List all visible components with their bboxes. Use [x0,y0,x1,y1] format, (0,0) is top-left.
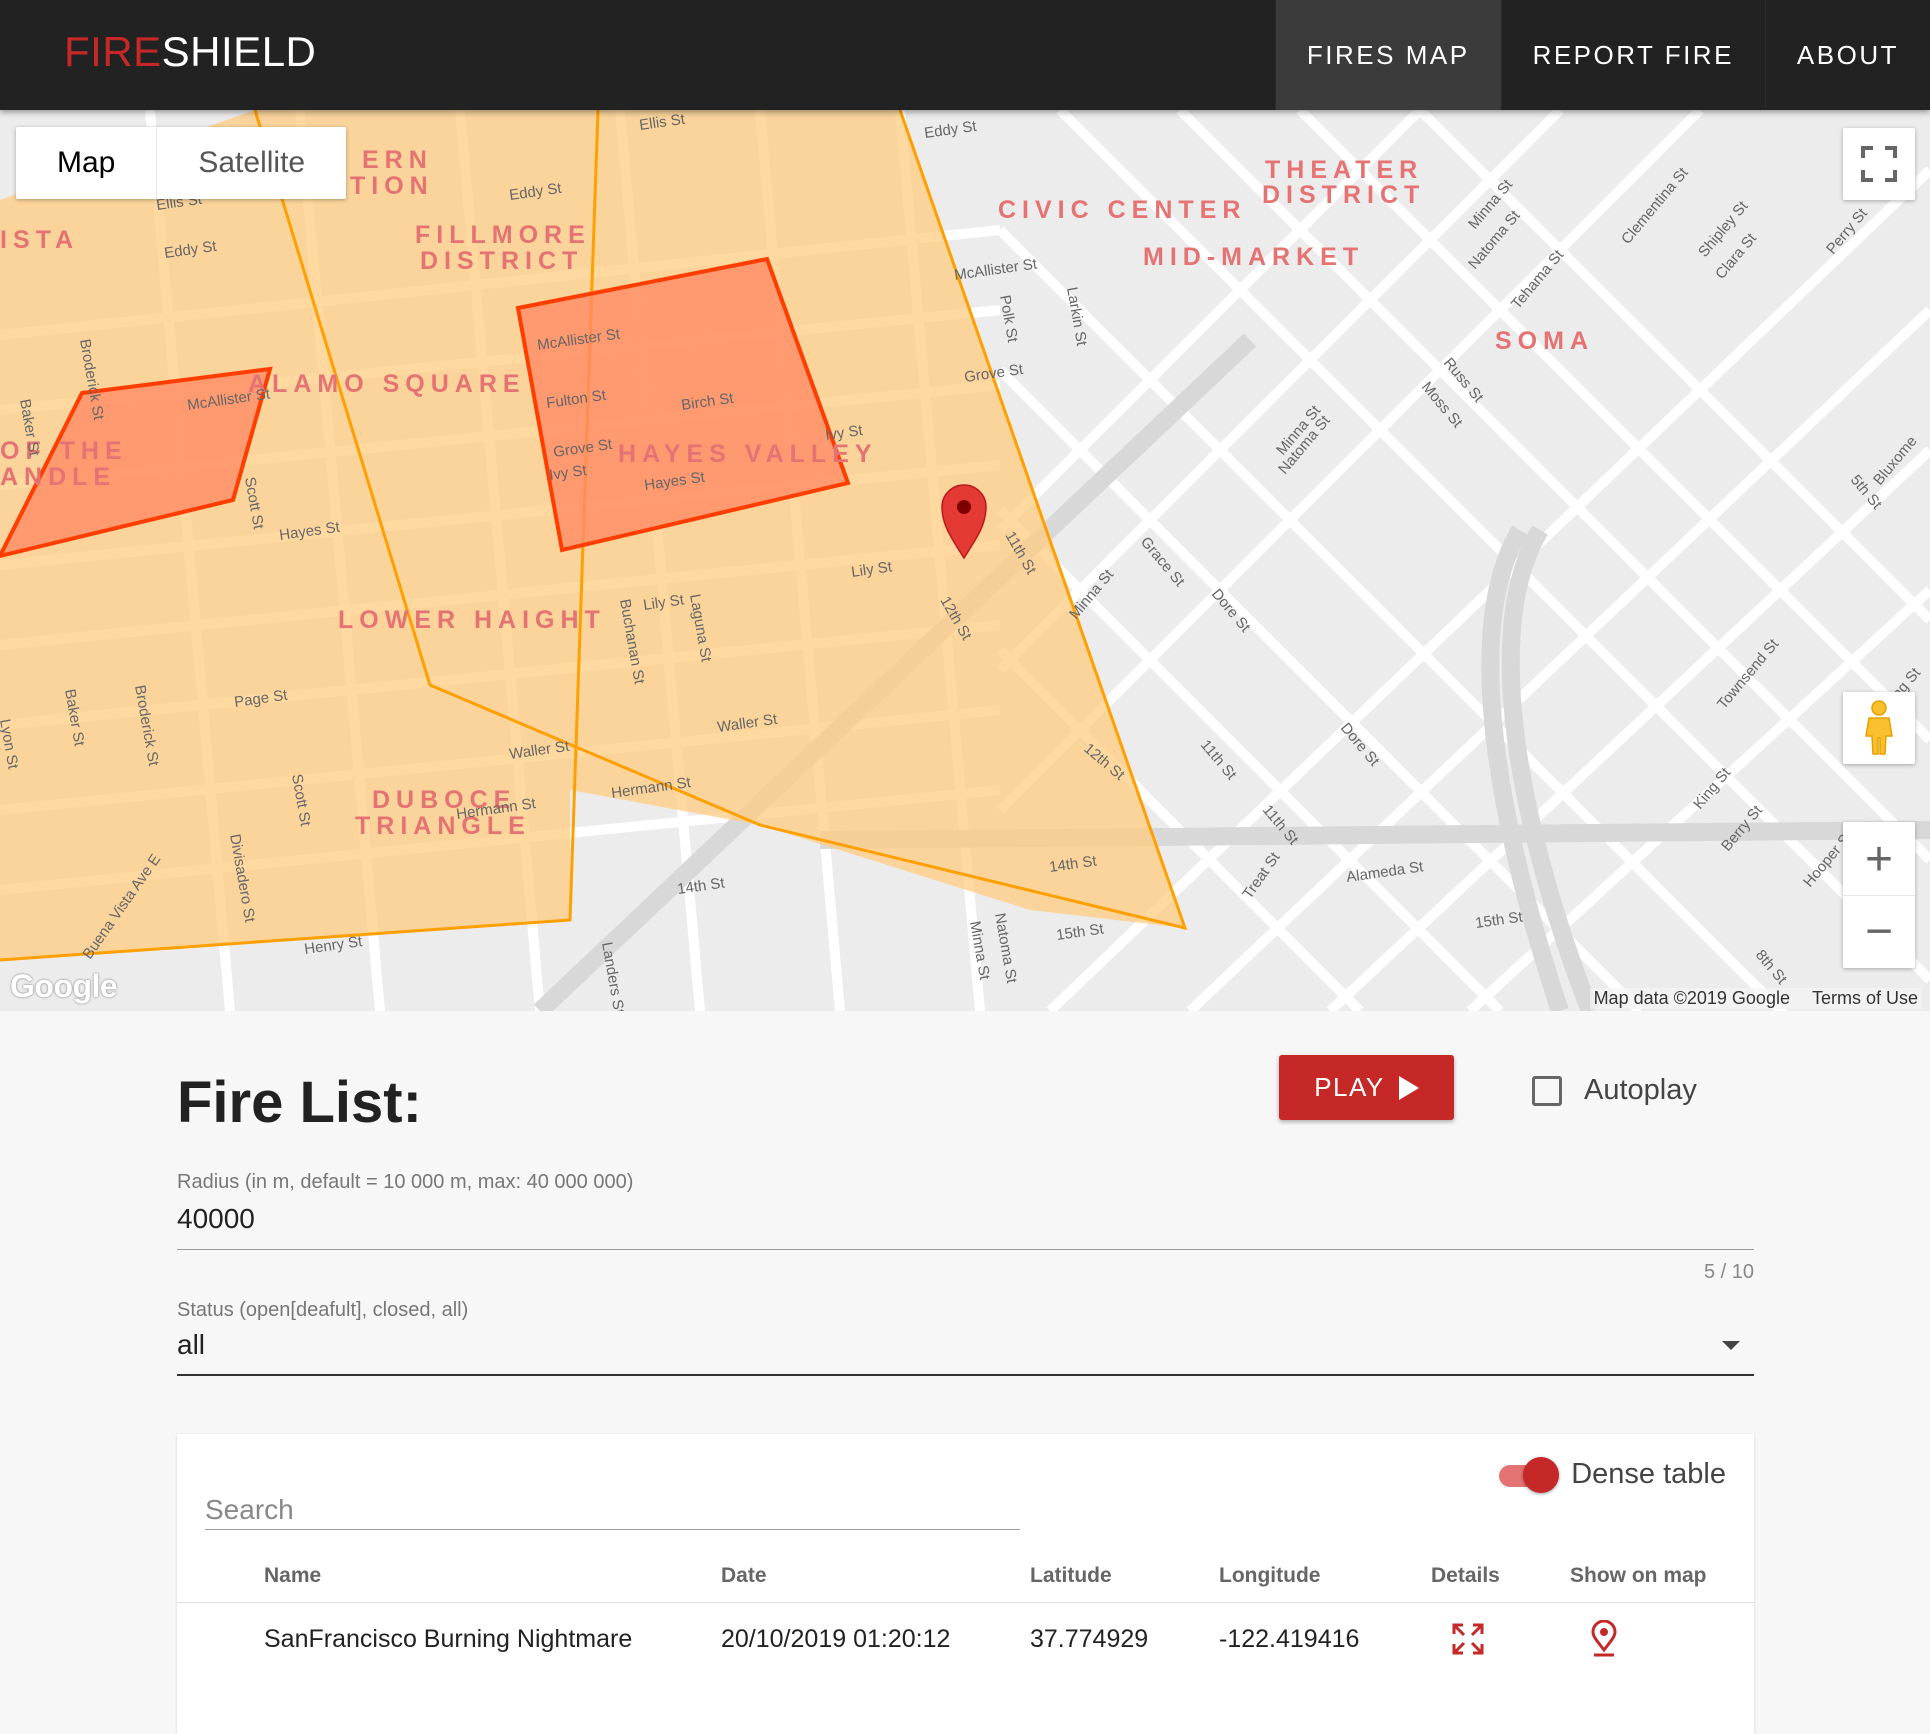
fullscreen-button[interactable] [1843,128,1915,200]
svg-text:King St: King St [1690,764,1735,813]
label-fillmore: FILLMORE [415,221,591,249]
map-type-satellite-button[interactable]: Satellite [156,127,346,199]
svg-text:Natoma St: Natoma St [991,912,1020,986]
svg-text:Grace St: Grace St [1137,534,1189,591]
header-spacer [177,1550,264,1603]
radius-underline [177,1249,1754,1250]
svg-text:15th St: 15th St [1055,920,1105,944]
map-data-text: Map data ©2019 Google [1593,988,1790,1008]
nav-report-fire[interactable]: REPORT FIRE [1500,0,1765,110]
cell-name: SanFrancisco Burning Nightmare [264,1624,633,1653]
street-view-pegman[interactable] [1843,692,1915,764]
label-alamo-square: ALAMO SQUARE [248,370,526,398]
toggle-switch[interactable] [1499,1456,1560,1493]
play-label: PLAY [1314,1072,1385,1102]
table-row[interactable]: SanFrancisco Burning Nightmare 20/10/201… [177,1602,1754,1676]
svg-text:Polk St: Polk St [996,294,1021,345]
label-andle: ANDLE [0,463,116,491]
chevron-down-icon[interactable] [1722,1341,1740,1350]
label-lower-haight: LOWER HAIGHT [338,606,606,634]
column-header-name[interactable]: Name [264,1550,721,1603]
google-logo[interactable]: Google [10,968,118,1005]
row-spacer [177,1602,264,1676]
play-icon [1398,1075,1419,1100]
label-ern: ERN [362,146,433,174]
radius-label: Radius (in m, default = 10 000 m, max: 4… [177,1171,634,1193]
zoom-out-button[interactable]: − [1843,895,1915,967]
svg-text:Treat St: Treat St [1239,849,1284,903]
map-pin-icon[interactable] [1590,1620,1618,1658]
label-ista: ISTA [0,226,79,254]
toggle-thumb [1523,1456,1560,1493]
label-tion: TION [350,172,434,200]
pegman-icon [1865,700,1893,755]
label-soma: SOMA [1495,327,1594,355]
zoom-in-button[interactable]: + [1843,823,1915,895]
nav-links: FIRES MAP REPORT FIRE ABOUT [1274,0,1930,110]
column-header-details: Details [1431,1550,1570,1603]
svg-text:Tehama St: Tehama St [1508,246,1568,312]
brand-logo[interactable]: FIRESHIELD [64,28,316,76]
svg-text:Eddy St: Eddy St [923,118,978,142]
status-select[interactable]: all [177,1329,205,1361]
autoplay-checkbox[interactable]: Autoplay [1532,1074,1697,1107]
fullscreen-icon [1861,146,1897,182]
fire-table-card: Search Dense table Name Date Latitude Lo… [177,1434,1754,1734]
label-civic-center: CIVIC CENTER [998,196,1246,224]
status-label: Status (open[deafult], closed, all) [177,1299,469,1321]
column-header-latitude[interactable]: Latitude [1030,1550,1219,1603]
autoplay-label: Autoplay [1584,1074,1697,1106]
top-navbar: FIRESHIELD FIRES MAP REPORT FIRE ABOUT [0,0,1930,110]
nav-fires-map[interactable]: FIRES MAP [1274,0,1501,110]
map-type-control: Map Satellite [16,127,347,199]
cell-date: 20/10/2019 01:20:12 [721,1624,951,1653]
cell-show-on-map [1570,1602,1754,1676]
fire-list-title: Fire List: [177,1070,422,1135]
radius-input[interactable]: 40000 [177,1203,255,1235]
map-canvas[interactable]: ERN TION ISTA FILLMORE DISTRICT ALAMO SQ… [0,110,1930,1011]
map-type-map-button[interactable]: Map [16,127,156,199]
dense-table-label: Dense table [1571,1458,1726,1490]
checkbox-icon[interactable] [1532,1075,1562,1106]
svg-text:Larkin St: Larkin St [1063,286,1090,348]
label-hayes-valley: HAYES VALLEY [618,440,878,468]
radius-char-counter: 5 / 10 [1703,1261,1754,1283]
cell-details [1431,1602,1570,1676]
fires-map[interactable]: ERN TION ISTA FILLMORE DISTRICT ALAMO SQ… [0,110,1930,1011]
search-input[interactable]: Search [205,1474,1020,1530]
column-header-show-on-map: Show on map [1570,1550,1754,1603]
label-theater: THEATER [1265,156,1423,184]
column-header-date[interactable]: Date [721,1550,1030,1603]
terms-of-use-link[interactable]: Terms of Use [1812,988,1918,1009]
brand-shield: SHIELD [161,28,317,75]
label-mid-market: MID-MARKET [1143,243,1364,271]
map-attribution: Map data ©2019 Google Terms of Use [1589,988,1922,1009]
label-district: DISTRICT [420,247,583,275]
table-header-row: Name Date Latitude Longitude Details Sho… [177,1550,1754,1603]
label-district-2: DISTRICT [1262,181,1425,209]
svg-text:Landers St: Landers St [598,941,627,1011]
nav-about[interactable]: ABOUT [1764,0,1930,110]
status-underline [177,1374,1754,1376]
label-of-the: OF THE [0,437,128,465]
svg-text:McAllister St: McAllister St [953,255,1039,284]
fire-table: Name Date Latitude Longitude Details Sho… [177,1550,1754,1676]
zoom-control: + − [1843,822,1915,968]
dense-table-toggle[interactable]: Dense table [1499,1456,1726,1493]
column-header-longitude[interactable]: Longitude [1219,1550,1431,1603]
brand-fire: FIRE [64,28,162,75]
play-button[interactable]: PLAY [1279,1055,1454,1120]
expand-icon[interactable] [1451,1622,1485,1656]
cell-latitude: 37.774929 [1030,1624,1149,1653]
cell-longitude: -122.419416 [1219,1624,1360,1653]
svg-text:15th St: 15th St [1474,908,1524,932]
